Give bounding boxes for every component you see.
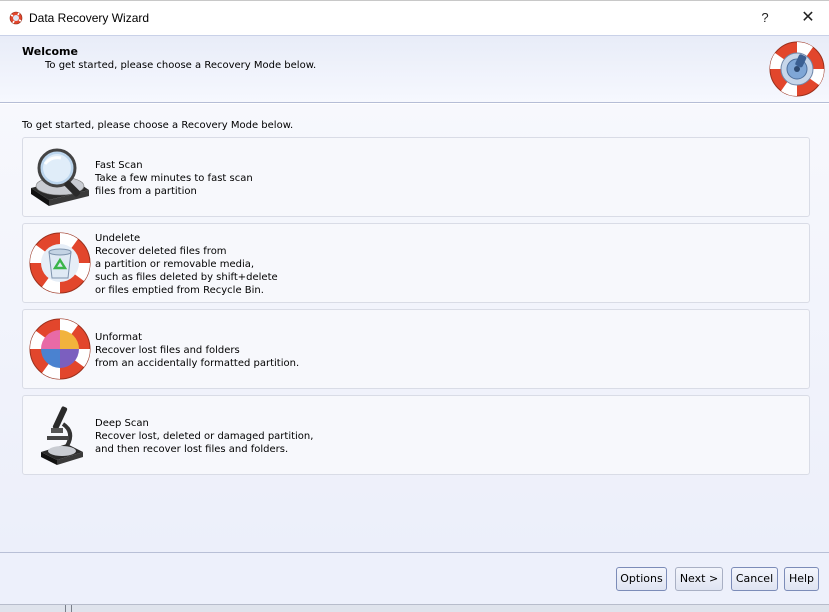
- main-panel: To get started, please choose a Recovery…: [0, 104, 829, 552]
- mode-unformat-title: Unformat: [95, 332, 143, 343]
- mode-fast-scan-text: Fast Scan Take a few minutes to fast sca…: [95, 159, 253, 198]
- taskbar-divider: [65, 605, 72, 612]
- lifebuoy-disk-logo-icon: [769, 41, 825, 97]
- lifebuoy-pie-chart-icon: [29, 318, 91, 380]
- next-button[interactable]: Next >: [675, 567, 723, 591]
- mode-deep-scan-text: Deep Scan Recover lost, deleted or damag…: [95, 417, 313, 456]
- mode-fast-scan[interactable]: Fast Scan Take a few minutes to fast sca…: [22, 137, 810, 217]
- mode-undelete[interactable]: Undelete Recover deleted files from a pa…: [22, 223, 810, 303]
- title-help-button[interactable]: ?: [750, 6, 780, 30]
- app-icon: [9, 11, 23, 25]
- microscope-disk-icon: [41, 406, 83, 465]
- header-title: Welcome: [22, 45, 78, 58]
- mode-undelete-description: Recover deleted files from a partition o…: [95, 246, 278, 296]
- mode-undelete-text: Undelete Recover deleted files from a pa…: [95, 232, 278, 297]
- mode-deep-scan-title: Deep Scan: [95, 418, 149, 429]
- mode-unformat[interactable]: Unformat Recover lost files and folders …: [22, 309, 810, 389]
- help-button[interactable]: Help: [784, 567, 819, 591]
- mode-deep-scan[interactable]: Deep Scan Recover lost, deleted or damag…: [22, 395, 810, 475]
- mode-unformat-description: Recover lost files and folders from an a…: [95, 345, 300, 369]
- mode-deep-scan-description: Recover lost, deleted or damaged partiti…: [95, 431, 314, 455]
- hard-drive-magnifier-icon: [31, 148, 89, 206]
- mode-unformat-text: Unformat Recover lost files and folders …: [95, 331, 299, 370]
- close-button[interactable]: ✕: [793, 6, 823, 30]
- header-subtitle: To get started, please choose a Recovery…: [45, 60, 317, 71]
- wizard-header: Welcome To get started, please choose a …: [0, 35, 829, 103]
- wizard-footer: Options Next > Cancel Help: [0, 552, 829, 604]
- cancel-button[interactable]: Cancel: [731, 567, 778, 591]
- title-bar: Data Recovery Wizard ? ✕: [0, 0, 829, 35]
- recovery-mode-prompt: To get started, please choose a Recovery…: [22, 120, 294, 131]
- options-button[interactable]: Options: [616, 567, 667, 591]
- taskbar-strip: [0, 604, 829, 612]
- lifebuoy-recycle-bin-icon: [29, 232, 91, 294]
- mode-fast-scan-title: Fast Scan: [95, 160, 143, 171]
- mode-undelete-title: Undelete: [95, 233, 141, 244]
- window-title: Data Recovery Wizard: [29, 11, 150, 25]
- mode-fast-scan-description: Take a few minutes to fast scan files fr…: [95, 173, 253, 197]
